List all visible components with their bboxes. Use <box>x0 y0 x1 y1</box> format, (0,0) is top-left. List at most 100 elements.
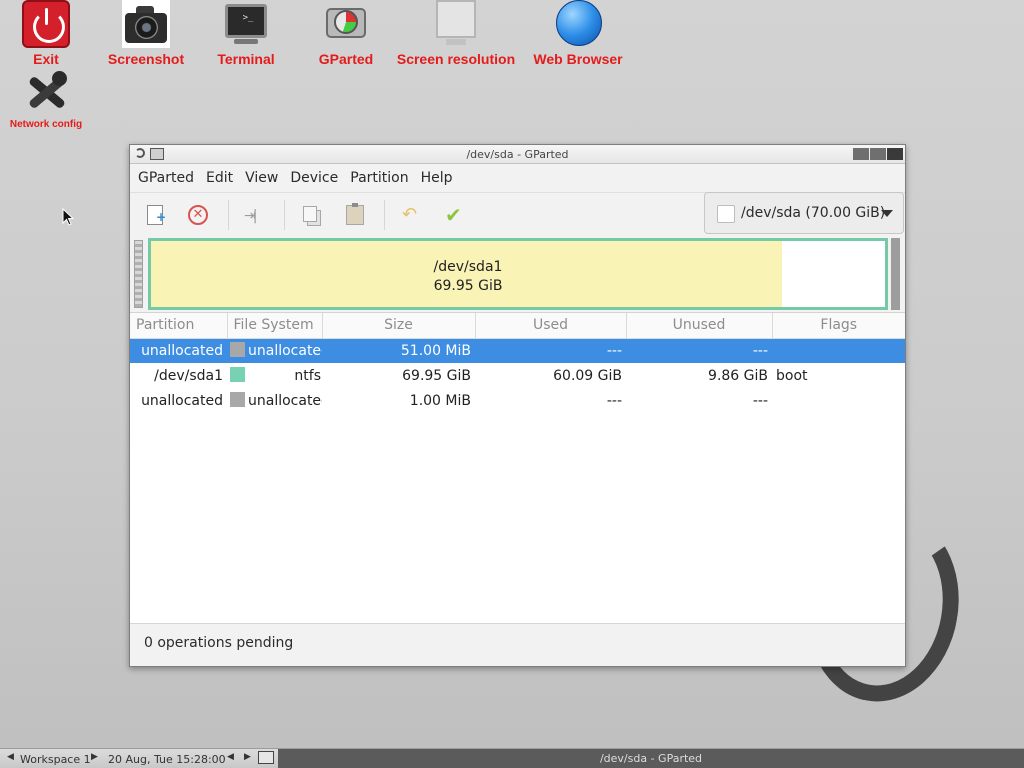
gparted-icon <box>322 0 370 48</box>
terminal-icon: >_ <box>222 0 270 48</box>
table-row[interactable]: /dev/sda1 ntfs 69.95 GiB 60.09 GiB 9.86 … <box>130 363 905 388</box>
apply-button[interactable]: ✔ <box>442 203 466 227</box>
paste-button[interactable] <box>343 203 367 227</box>
column-header-size[interactable]: Size <box>322 313 476 339</box>
globe-icon <box>554 0 602 48</box>
partition-graph: /dev/sda1 69.95 GiB <box>130 236 905 312</box>
toolbar-separator <box>284 200 285 230</box>
desktop-icon-web-browser[interactable]: Web Browser <box>530 0 626 67</box>
fs-color-swatch <box>230 367 245 382</box>
device-label: /dev/sda (70.00 GiB) <box>741 205 886 221</box>
cell-used: 60.09 GiB <box>553 367 622 384</box>
workspace-label: Workspace 1 <box>20 753 91 766</box>
delete-icon: ✕ <box>188 205 208 225</box>
desktop-icon-label: Web Browser <box>533 51 623 67</box>
taskbar-task-gparted[interactable]: /dev/sda - GParted <box>278 749 1024 768</box>
disk-icon <box>717 205 735 223</box>
column-header-partition[interactable]: Partition <box>130 313 228 339</box>
cell-size: 69.95 GiB <box>402 367 471 384</box>
cell-unused: --- <box>626 338 772 363</box>
table-row[interactable]: unallocated unallocated 51.00 MiB --- --… <box>130 338 905 363</box>
menu-edit[interactable]: Edit <box>202 170 241 186</box>
cell-partition: /dev/sda1 <box>154 367 223 384</box>
desktop-icon-screen-resolution[interactable]: Screen resolution <box>396 0 516 67</box>
graph-partition-name: /dev/sda1 <box>433 259 503 275</box>
fs-color-swatch <box>230 342 245 358</box>
delete-partition-button[interactable]: ✕ <box>186 203 210 227</box>
undo-button[interactable]: ↶ <box>400 203 424 227</box>
task-app-icon <box>258 751 274 764</box>
desktop-icon-label: Network config <box>9 119 83 130</box>
desktop-icon-terminal[interactable]: >_ Terminal <box>210 0 282 67</box>
workspace-prev-button[interactable]: ◀ <box>7 752 14 762</box>
toolbar-separator <box>384 200 385 230</box>
desktop-icon-label: Screen resolution <box>396 51 516 67</box>
power-icon <box>22 0 70 48</box>
resize-move-button[interactable]: ⇥| <box>242 203 266 227</box>
new-icon <box>147 205 166 225</box>
column-header-used[interactable]: Used <box>475 313 627 339</box>
clock-next-button[interactable]: ▶ <box>244 752 251 762</box>
menubar: GParted Edit View Device Partition Help <box>130 164 905 192</box>
graph-partition-sda1[interactable]: /dev/sda1 69.95 GiB <box>148 238 888 310</box>
cell-file-system: unallocated <box>248 393 322 409</box>
column-header-unused[interactable]: Unused <box>626 313 773 339</box>
desktop-icon-label: GParted <box>318 51 374 67</box>
close-button[interactable] <box>887 148 903 160</box>
desktop-icon-label: Screenshot <box>107 51 185 67</box>
copy-icon <box>303 206 317 222</box>
cell-file-system: unallocated <box>248 343 322 360</box>
cell-flags <box>772 388 905 413</box>
cell-size: 1.00 MiB <box>409 392 471 409</box>
cell-partition: unallocated <box>130 338 227 363</box>
partition-list: Partition File System Size Used Unused F… <box>130 312 905 623</box>
cell-flags: boot <box>776 367 808 384</box>
column-header-flags[interactable]: Flags <box>772 313 905 339</box>
tools-icon <box>22 70 70 118</box>
desktop-icon-label: Terminal <box>217 51 275 67</box>
menu-partition[interactable]: Partition <box>346 170 416 186</box>
cell-file-system: ntfs <box>294 368 321 384</box>
operations-pending-text: 0 operations pending <box>144 635 294 651</box>
cell-size: 51.00 MiB <box>322 338 475 363</box>
clock: 20 Aug, Tue 15:28:00 <box>108 753 226 766</box>
graph-unallocated-start[interactable] <box>134 240 143 308</box>
window-title: /dev/sda - GParted <box>466 148 569 161</box>
toolbar-separator <box>228 200 229 230</box>
cell-used: --- <box>475 338 626 363</box>
camera-icon <box>122 0 170 48</box>
graph-partition-size: 69.95 GiB <box>433 278 503 294</box>
device-selector[interactable]: /dev/sda (70.00 GiB) <box>704 192 904 234</box>
apply-icon: ✔ <box>445 203 462 227</box>
cell-unused: 9.86 GiB <box>708 367 768 384</box>
mouse-pointer-icon <box>62 207 75 226</box>
taskbar: ◀ Workspace 1 ▶ 20 Aug, Tue 15:28:00 ◀ ▶… <box>0 748 1024 768</box>
menu-help[interactable]: Help <box>417 170 461 186</box>
desktop-icon-network-config[interactable]: Network config <box>6 70 86 130</box>
desktop-icon-gparted[interactable]: GParted <box>310 0 382 67</box>
undo-icon: ↶ <box>402 204 418 225</box>
minimize-button[interactable] <box>853 148 869 160</box>
maximize-button[interactable] <box>870 148 886 160</box>
fs-color-swatch <box>230 392 245 407</box>
menu-gparted[interactable]: GParted <box>134 170 202 186</box>
column-header-file-system[interactable]: File System <box>227 313 323 339</box>
menu-device[interactable]: Device <box>286 170 346 186</box>
desktop-icon-label: Exit <box>33 51 59 67</box>
new-partition-button[interactable] <box>144 203 168 227</box>
desktop-icon-exit[interactable]: Exit <box>16 0 76 67</box>
table-row[interactable]: unallocated unallocated 1.00 MiB --- --- <box>130 388 905 413</box>
monitor-icon <box>432 0 480 48</box>
workspace-next-button[interactable]: ▶ <box>91 752 98 762</box>
graph-unallocated-end[interactable] <box>891 238 900 310</box>
chevron-down-icon <box>881 210 893 217</box>
status-bar: 0 operations pending <box>130 623 905 664</box>
cell-flags <box>772 338 905 363</box>
cell-unused: --- <box>752 392 768 409</box>
window-titlebar[interactable]: /dev/sda - GParted <box>130 145 905 164</box>
clock-prev-button[interactable]: ◀ <box>227 752 234 762</box>
copy-button[interactable] <box>300 203 324 227</box>
paste-icon <box>346 203 364 225</box>
desktop-icon-screenshot[interactable]: Screenshot <box>104 0 188 67</box>
menu-view[interactable]: View <box>241 170 286 186</box>
